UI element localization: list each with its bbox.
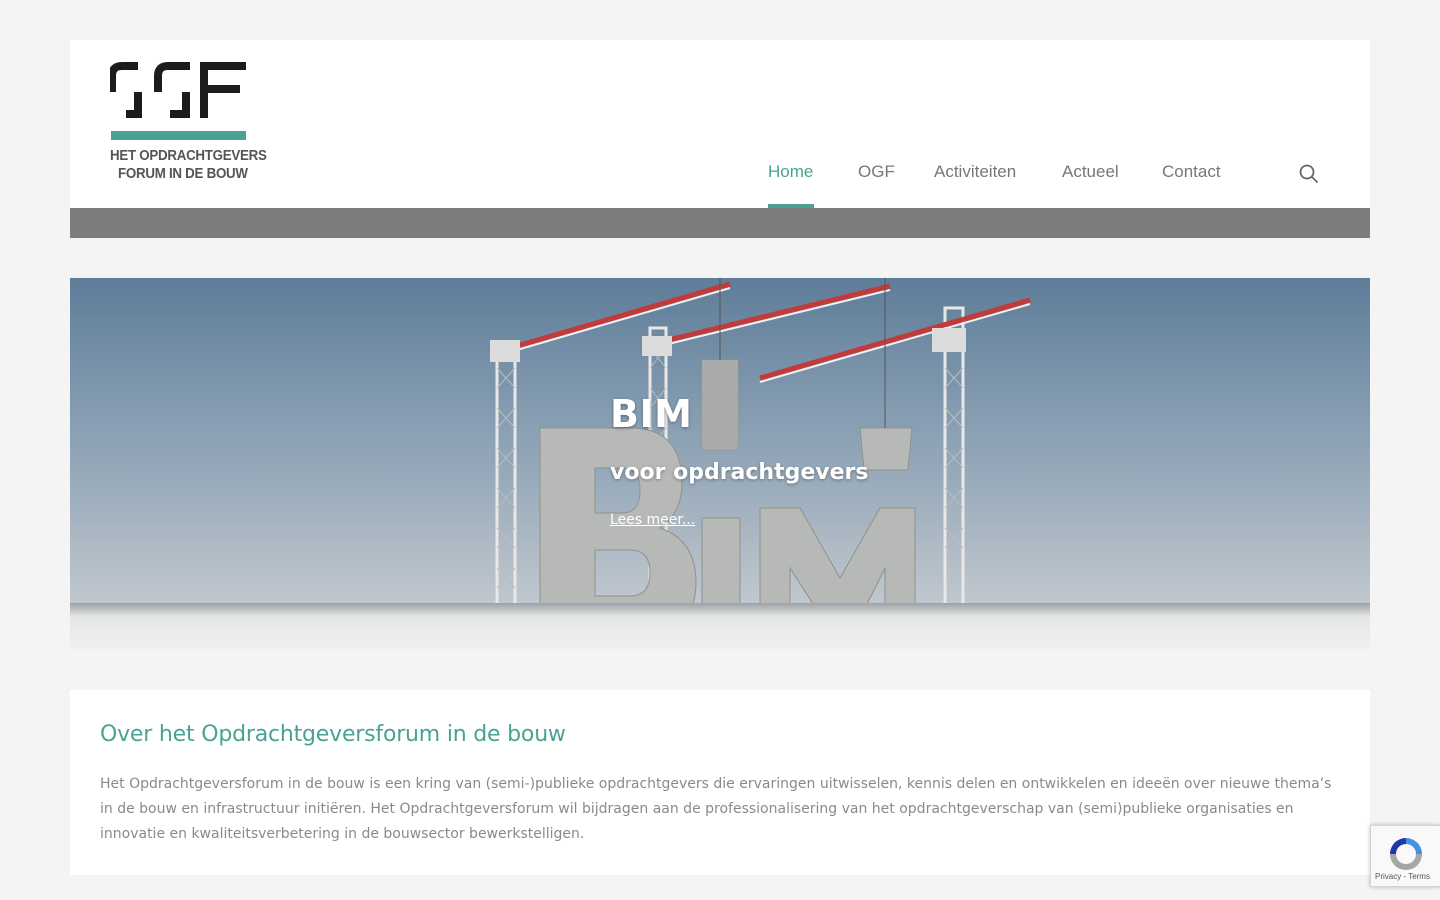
ogf-logo-mark <box>110 62 246 118</box>
logo-text-line2: FORUM IN DE BOUW <box>118 166 248 182</box>
hero-read-more-link[interactable]: Lees meer... <box>610 512 695 528</box>
logo-accent-bar <box>111 131 246 140</box>
hero-title: BIM <box>610 392 693 436</box>
site-header: HET OPDRACHTGEVERS FORUM IN DE BOUW Home… <box>70 40 1370 208</box>
nav-home[interactable]: Home <box>768 162 813 182</box>
hero-subtitle: voor opdrachtgevers <box>610 460 869 485</box>
about-text: Het Opdrachtgeversforum in de bouw is ee… <box>100 776 1332 842</box>
hero-slider[interactable]: BIM voor opdrachtgevers Lees meer... <box>70 278 1370 649</box>
recaptcha-icon <box>1390 838 1422 870</box>
about-title: Over het Opdrachtgeversforum in de bouw <box>100 722 566 747</box>
nav-ogf[interactable]: OGF <box>858 162 895 182</box>
site-logo[interactable]: HET OPDRACHTGEVERS FORUM IN DE BOUW <box>110 62 267 186</box>
about-section: Over het Opdrachtgeversforum in de bouw … <box>70 690 1370 875</box>
nav-activiteiten[interactable]: Activiteiten <box>934 162 1016 182</box>
search-icon[interactable] <box>1298 163 1320 185</box>
logo-text-line1: HET OPDRACHTGEVERS <box>110 148 267 164</box>
nav-contact[interactable]: Contact <box>1162 162 1221 182</box>
recaptcha-badge[interactable]: Privacy - Terms <box>1370 825 1440 887</box>
nav-actueel[interactable]: Actueel <box>1062 162 1119 182</box>
header-subbar <box>70 208 1370 238</box>
recaptcha-links[interactable]: Privacy - Terms <box>1375 872 1430 881</box>
